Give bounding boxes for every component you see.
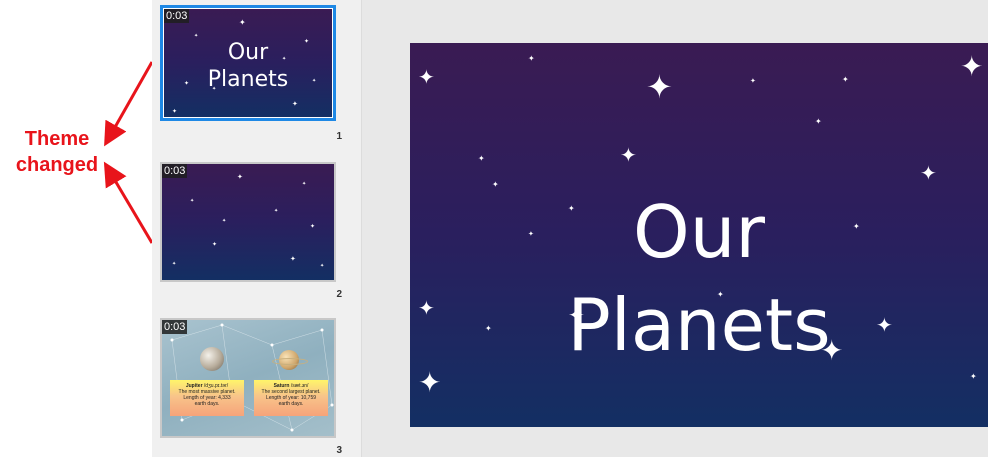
slide-thumbnail-3[interactable]: Jupiter /dʒu.pɪ.tər/ The most massive pl… [160, 318, 342, 456]
star-icon: ✦ [310, 223, 316, 230]
slide-thumbnail-2[interactable]: ✦ ✦ ✦ ✦ ✦ ✦ ✦ ✦ ✦ ✦ 0:03 2 [160, 162, 342, 300]
slide-title-line-1: Our [633, 190, 765, 274]
slide-1-timing: 0:03 [164, 9, 190, 23]
saturn-info-box: Saturn /sæt.ɜn/ The second largest plane… [254, 380, 328, 416]
star-icon: ✦ [239, 18, 246, 27]
slide-number: 3 [336, 445, 342, 456]
slide-canvas[interactable]: ✦ ✦ ✦ ✦ ✦ ✦ ✦ ✦ ✦ ✦ ✦ ✦ ✦ ✦ ✦ ✦ ✦ ✦ ✦ ✦ … [410, 43, 988, 427]
star-icon: ✦ [842, 75, 849, 84]
star-icon: ✦ [274, 208, 279, 214]
jupiter-image [200, 347, 224, 371]
slide-number: 2 [336, 289, 342, 300]
star-icon: ✦ [528, 54, 535, 63]
slide-3-timing: 0:03 [162, 320, 188, 334]
arrow-to-slide-1 [104, 61, 152, 147]
star-icon: ✦ [970, 372, 977, 381]
slide-2-preview: ✦ ✦ ✦ ✦ ✦ ✦ ✦ ✦ ✦ ✦ 0:03 [162, 164, 334, 280]
arrow-to-slide-2 [103, 161, 152, 244]
jupiter-info-box: Jupiter /dʒu.pɪ.tər/ The most massive pl… [170, 380, 244, 416]
annotation-line-1: Theme [24, 128, 90, 150]
star-icon: ✦ [920, 161, 937, 185]
star-icon: ✦ [212, 241, 218, 248]
annotation-arrows [103, 61, 152, 244]
slide-title-line-2: Planets [567, 283, 831, 367]
star-icon: ✦ [190, 198, 195, 204]
star-icon: ✦ [815, 117, 822, 126]
slide-1-preview: ✦ ✦ ✦ ✦ ✦ ✦ ✦ ✦ ✦ Our Planets 0:03 [163, 8, 333, 118]
star-icon: ✦ [292, 100, 298, 108]
slide-3-preview: Jupiter /dʒu.pɪ.tər/ The most massive pl… [162, 320, 334, 436]
annotation-line-2: changed [15, 154, 99, 176]
star-icon: ✦ [320, 263, 325, 269]
star-icon: ✦ [750, 77, 756, 85]
star-icon: ✦ [302, 181, 307, 187]
theme-changed-annotation: Theme changed [2, 126, 112, 178]
star-icon: ✦ [172, 108, 178, 115]
network-background [170, 323, 334, 432]
star-icon: ✦ [418, 366, 442, 399]
slide-thumbnail-pane[interactable]: ✦ ✦ ✦ ✦ ✦ ✦ ✦ ✦ ✦ Our Planets 0:03 1 ✦ ✦… [152, 0, 362, 457]
annotation-area: Theme changed [0, 0, 152, 457]
star-icon: ✦ [418, 65, 435, 89]
star-icon: ✦ [646, 68, 673, 106]
star-icon: ✦ [222, 218, 227, 224]
star-icon: ✦ [478, 154, 485, 163]
star-icon: ✦ [960, 50, 984, 83]
saturn-ring [272, 358, 308, 365]
slide-2-timing: 0:03 [162, 164, 188, 178]
slide-title[interactable]: Our Planets [410, 186, 988, 372]
slide-thumbnail-1[interactable]: ✦ ✦ ✦ ✦ ✦ ✦ ✦ ✦ ✦ Our Planets 0:03 1 [160, 5, 342, 142]
slide-editor[interactable]: ✦ ✦ ✦ ✦ ✦ ✦ ✦ ✦ ✦ ✦ ✦ ✦ ✦ ✦ ✦ ✦ ✦ ✦ ✦ ✦ … [362, 0, 988, 457]
thumb-1-title: Our Planets [207, 40, 289, 92]
star-icon: ✦ [290, 255, 296, 263]
star-icon: ✦ [620, 143, 637, 167]
slide-number: 1 [336, 131, 342, 142]
star-icon: ✦ [237, 173, 243, 181]
star-icon: ✦ [172, 261, 177, 267]
